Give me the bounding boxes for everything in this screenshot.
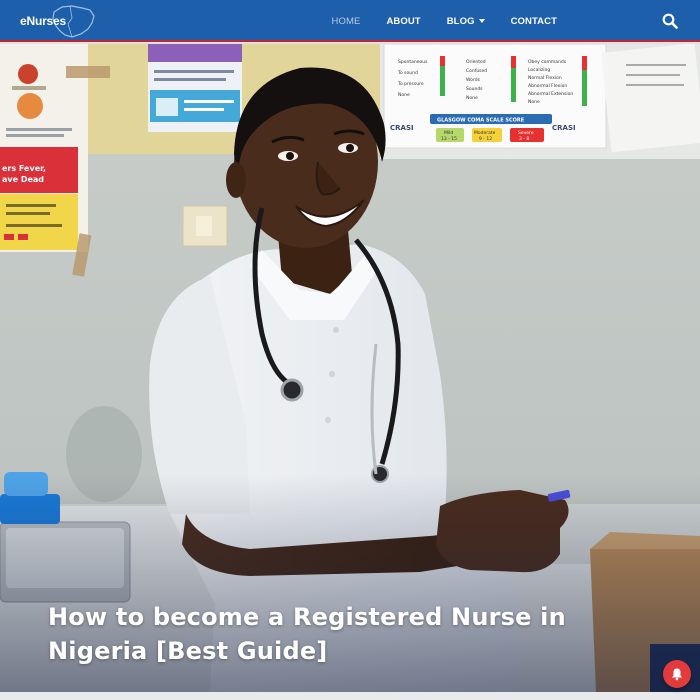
svg-text:CRASI: CRASI [390,124,414,132]
svg-text:Words: Words [466,77,481,83]
nav-blog[interactable]: BLOG [434,0,498,42]
svg-text:Obey commands: Obey commands [528,59,567,65]
svg-text:Sounds: Sounds [466,86,483,92]
svg-text:Confused: Confused [466,68,487,74]
hero-title[interactable]: How to become a Registered Nurse in Nige… [48,600,568,668]
svg-text:Spontaneous: Spontaneous [398,59,428,65]
svg-text:None: None [528,99,540,105]
site-header: eNurses HOME ABOUT BLOG CONTACT [0,0,700,42]
svg-text:To pressure: To pressure [397,81,424,87]
notification-bell-button[interactable] [663,660,691,688]
poster-fever-line1: ers Fever, [2,164,46,173]
nav-blog-label: BLOG [446,15,475,27]
chevron-down-icon [478,19,485,23]
site-logo[interactable]: eNurses [18,4,95,38]
nav-contact[interactable]: CONTACT [498,0,570,42]
hero-photo: ers Fever, ave Dead Spontaneous To sound… [0,44,700,692]
search-icon[interactable] [662,13,678,29]
page-bottom-strip [0,692,700,700]
svg-text:Oriented: Oriented [466,59,486,65]
svg-text:To sound: To sound [397,70,418,76]
svg-text:9 - 12: 9 - 12 [479,136,492,142]
gcs-poster: Spontaneous To sound To pressure None Or… [383,44,607,149]
svg-text:Severe: Severe [518,130,534,136]
main-nav: HOME ABOUT BLOG CONTACT [319,0,570,42]
svg-text:Localizing: Localizing [528,67,550,73]
svg-text:CRASI: CRASI [552,124,576,132]
nav-home[interactable]: HOME [319,0,374,42]
svg-text:None: None [398,92,410,98]
svg-text:13 - 15: 13 - 15 [441,136,457,142]
svg-text:Abnormal Extension: Abnormal Extension [528,91,573,97]
svg-text:Abnormal Flexion: Abnormal Flexion [528,83,567,89]
hero-banner[interactable]: ers Fever, ave Dead Spontaneous To sound… [0,44,700,692]
logo-text: eNurses [20,14,66,28]
bell-icon [672,668,682,681]
svg-text:Moderate: Moderate [474,130,496,136]
middle-poster [148,44,242,132]
svg-text:None: None [466,95,478,101]
nav-about[interactable]: ABOUT [373,0,433,42]
svg-text:3 - 8: 3 - 8 [519,136,529,142]
svg-text:Mild: Mild [444,130,453,136]
poster-fever-line2: ave Dead [2,175,44,184]
gcs-banner: GLASGOW COMA SCALE SCORE [437,118,525,124]
svg-text:Normal Flexion: Normal Flexion [528,75,562,81]
